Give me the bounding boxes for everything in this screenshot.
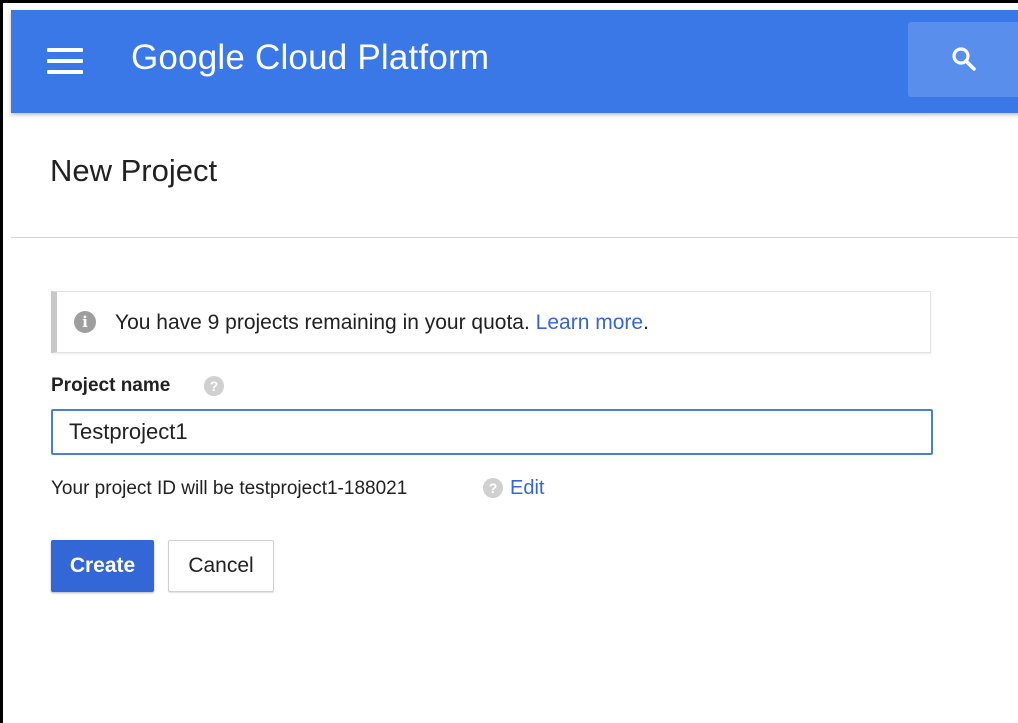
project-id-help-icon[interactable]: ? <box>483 478 503 498</box>
project-name-label: Project name <box>51 375 171 396</box>
app-title: Google Cloud Platform <box>131 38 490 77</box>
project-name-help-icon[interactable]: ? <box>204 376 224 396</box>
search-button[interactable] <box>908 22 1018 97</box>
learn-more-link[interactable]: Learn more <box>536 311 643 334</box>
info-icon: i <box>74 311 96 333</box>
browser-frame: Google Cloud Platform New Project i You … <box>0 0 1018 723</box>
quota-message: You have 9 projects remaining in your qu… <box>115 311 649 335</box>
project-id-text: Your project ID will be testproject1-188… <box>51 478 408 499</box>
page-title: New Project <box>50 153 218 188</box>
search-icon <box>952 47 976 71</box>
quota-notice: i You have 9 projects remaining in your … <box>51 291 931 353</box>
edit-project-id-link[interactable]: Edit <box>510 477 544 500</box>
quota-message-period: . <box>643 311 649 334</box>
hamburger-menu-icon[interactable] <box>47 48 83 76</box>
quota-message-text: You have 9 projects remaining in your qu… <box>115 311 530 334</box>
cancel-button[interactable]: Cancel <box>168 540 274 592</box>
top-app-bar: Google Cloud Platform <box>11 10 1018 113</box>
header-divider <box>11 237 1018 238</box>
create-button[interactable]: Create <box>51 540 154 592</box>
project-name-input[interactable] <box>51 409 933 455</box>
